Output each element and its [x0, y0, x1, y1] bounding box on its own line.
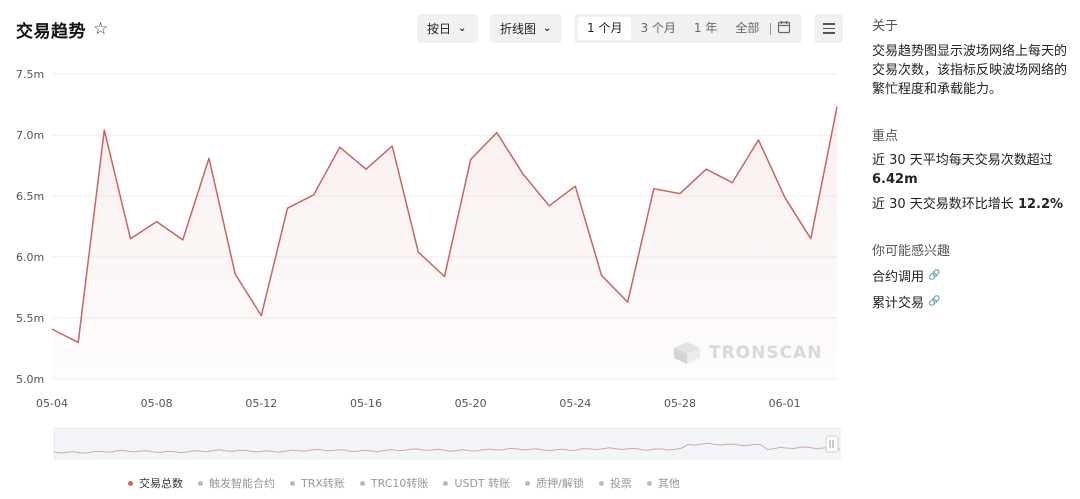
favorite-star-icon[interactable]: ☆ — [93, 19, 108, 39]
x-tick-label: 05-28 — [664, 397, 696, 410]
y-tick-label: 6.0m — [16, 251, 44, 264]
x-tick-label: 05-12 — [245, 397, 277, 410]
tronscan-logo-icon — [674, 342, 700, 364]
series-area — [52, 106, 837, 380]
granularity-label: 按日 — [427, 22, 452, 36]
about-text: 交易趋势图显示波场网络上每天的交易次数，该指标反映波场网络的繁忙程度和承载能力。 — [872, 44, 1068, 97]
y-tick-label: 7.5m — [16, 68, 44, 81]
legend-item-usdt[interactable]: USDT 转账 — [443, 475, 510, 491]
interest-title: 你可能感兴趣 — [872, 244, 951, 259]
x-tick-label: 05-08 — [141, 397, 173, 410]
series-line-total — [51, 106, 838, 344]
legend-item-trx[interactable]: TRX转账 — [290, 475, 345, 491]
watermark-text: TRONSCAN — [709, 343, 823, 363]
y-tick-label: 5.0m — [16, 373, 44, 386]
highlight-growth: 近 30 天交易数环比增长 12.2% — [872, 197, 1064, 212]
range-option-all[interactable]: 全部 — [726, 17, 768, 40]
link-cumulative-tx[interactable]: 累计交易 🔗 — [872, 292, 1068, 311]
legend-item-vote[interactable]: 投票 — [598, 475, 632, 491]
link-contract-calls[interactable]: 合约调用 🔗 — [872, 266, 1068, 285]
chart-menu-button[interactable] — [814, 14, 843, 43]
watermark: TRONSCAN — [672, 341, 822, 365]
highlights-title: 重点 — [872, 129, 899, 144]
range-divider — [770, 22, 772, 35]
legend-item-trc10[interactable]: TRC10转账 — [359, 475, 428, 491]
range-option-3m[interactable]: 3 个月 — [631, 17, 684, 40]
sidebar-about: 关于 交易趋势图显示波场网络上每天的交易次数，该指标反映波场网络的繁忙程度和承载… — [872, 15, 1068, 99]
page-title: 交易趋势 — [16, 22, 86, 42]
chart-type-dropdown[interactable]: 折线图 ⌄ — [490, 14, 562, 43]
menu-icon — [822, 23, 835, 25]
chevron-down-icon: ⌄ — [458, 23, 467, 34]
y-tick-label: 5.5m — [16, 312, 44, 325]
sidebar-interest: 你可能感兴趣 合约调用 🔗 累计交易 🔗 — [872, 240, 1068, 311]
x-tick-label: 05-16 — [350, 397, 382, 410]
range-slider-handle[interactable] — [825, 435, 839, 453]
legend-item-stake[interactable]: 质押/解锁 — [525, 475, 584, 491]
granularity-dropdown[interactable]: 按日 ⌄ — [417, 14, 478, 43]
x-tick-label: 06-01 — [769, 397, 801, 410]
x-tick-label: 05-24 — [559, 397, 591, 410]
chevron-down-icon: ⌄ — [543, 23, 552, 34]
x-tick-label: 05-20 — [455, 397, 487, 410]
link-icon: 🔗 — [928, 296, 941, 307]
highlight-avg: 近 30 天平均每天交易次数超过 6.42m — [872, 153, 1053, 187]
about-title: 关于 — [872, 19, 899, 34]
sidebar-highlights: 重点 近 30 天平均每天交易次数超过 6.42m 近 30 天交易数环比增长 … — [872, 125, 1068, 214]
legend-item-other[interactable]: 其他 — [646, 475, 680, 491]
range-slider-preview-line — [53, 442, 841, 454]
legend-item-contract-trigger[interactable]: 触发智能合约 — [198, 475, 275, 491]
link-icon: 🔗 — [928, 270, 941, 281]
x-tick-label: 05-04 — [36, 397, 68, 410]
y-tick-label: 7.0m — [16, 129, 44, 142]
chart-type-label: 折线图 — [500, 22, 537, 36]
range-slider-track — [53, 427, 841, 460]
range-option-1m[interactable]: 1 个月 — [578, 17, 632, 40]
range-option-1y[interactable]: 1 年 — [685, 17, 726, 40]
time-range-selector: 1 个月 3 个月 1 年 全部 — [574, 14, 802, 43]
legend-item-total[interactable]: 交易总数 — [128, 475, 183, 491]
y-tick-label: 6.5m — [16, 190, 44, 203]
chart-legend: 交易总数 触发智能合约 TRX转账 TRC10转账 USDT 转账 质押/解锁 … — [128, 475, 695, 491]
calendar-icon[interactable] — [777, 20, 791, 38]
